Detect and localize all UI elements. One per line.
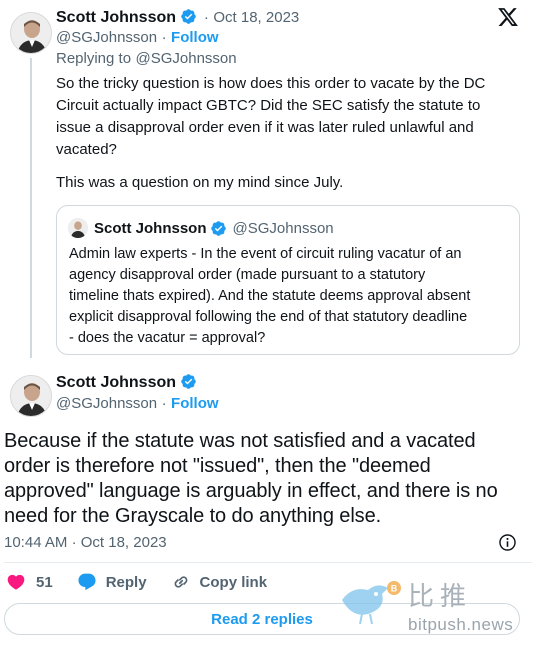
like-count: 51 xyxy=(36,573,53,591)
main-tweet-text-line: need for the Grayscale to do anything el… xyxy=(4,505,382,527)
watermark-chinese: 比推 xyxy=(408,581,473,611)
divider xyxy=(4,562,532,563)
main-tweet-text-line: Because if the statute was not satisfied… xyxy=(4,430,476,452)
quoted-author-name: Scott Johnsson xyxy=(94,219,207,237)
link-icon xyxy=(174,576,187,588)
quoted-avatar xyxy=(68,218,88,238)
main-tweet-text-line: approved" language is arguably in effect… xyxy=(4,480,498,502)
follow-button[interactable]: Follow xyxy=(171,29,219,46)
tweet-text-line: vacated? xyxy=(56,141,117,158)
verified-badge-icon xyxy=(181,9,197,24)
watermark-domain: bitpush.news xyxy=(408,615,514,634)
heart-icon xyxy=(7,574,25,590)
x-logo-icon[interactable] xyxy=(497,6,519,33)
author-name[interactable]: Scott Johnsson xyxy=(56,374,176,391)
avatar[interactable] xyxy=(10,12,52,54)
reply-label: Reply xyxy=(105,573,147,591)
info-icon[interactable] xyxy=(498,533,517,557)
quoted-text-line: - does the vacatur = approval? xyxy=(69,330,266,346)
tweet-text-line: issue a disapproval order even if it was… xyxy=(56,119,474,136)
avatar-photo xyxy=(11,13,51,53)
bird-watermark-icon: B xyxy=(338,578,404,631)
author-handle[interactable]: @SGJohnsson xyxy=(56,395,157,412)
quoted-text-line: Admin law experts - In the event of circ… xyxy=(69,246,462,262)
quoted-handle: @SGJohnsson xyxy=(232,219,334,237)
main-tweet-text: Because if the statute was not satisfied… xyxy=(4,429,534,529)
quoted-tweet[interactable]: Scott Johnsson @SGJohnsson Admin law exp… xyxy=(56,205,520,355)
author-handle[interactable]: @SGJohnsson xyxy=(56,29,157,46)
tweet-separator: · xyxy=(203,9,209,26)
svg-text:B: B xyxy=(391,584,398,594)
avatar-photo xyxy=(11,376,51,416)
handle-separator: · xyxy=(161,395,167,412)
tweet-date[interactable]: Oct 18, 2023 xyxy=(81,534,167,551)
author-name[interactable]: Scott Johnsson xyxy=(56,9,176,26)
time-separator: · xyxy=(71,534,77,551)
replying-to: Replying to @SGJohnsson xyxy=(56,50,237,68)
reply-button[interactable]: Reply xyxy=(77,572,147,592)
like-button[interactable]: 51 xyxy=(6,572,53,592)
avatar[interactable] xyxy=(10,375,52,417)
verified-badge-icon xyxy=(181,374,197,389)
tweet-text-line: Circuit actually impact GBTC? Did the SE… xyxy=(56,97,481,114)
quoted-text-line: agency disapproval order (made pursuant … xyxy=(69,267,426,283)
tweet-text-line-2: This was a question on my mind since Jul… xyxy=(56,174,344,191)
read-replies-label: Read 2 replies xyxy=(211,610,313,628)
quoted-text-line: timeline thats expired). And the statute… xyxy=(69,288,471,304)
tweet-text-line: So the tricky question is how does this … xyxy=(56,75,486,92)
quoted-text: Admin law experts - In the event of circ… xyxy=(69,244,515,349)
replying-handle[interactable]: @SGJohnsson xyxy=(136,50,237,67)
tweet-date[interactable]: Oct 18, 2023 xyxy=(213,9,299,26)
thread-line xyxy=(30,58,32,358)
quoted-text-line: explicit disapproval following the end o… xyxy=(69,309,468,325)
follow-button[interactable]: Follow xyxy=(171,395,219,412)
copy-link-label: Copy link xyxy=(199,573,268,591)
main-tweet-text-line: order is therefore not "issued", then th… xyxy=(4,455,431,477)
reply-bubble-icon xyxy=(78,573,96,591)
handle-separator: · xyxy=(161,29,167,46)
copy-link-button[interactable]: Copy link xyxy=(171,572,268,592)
verified-badge-icon xyxy=(210,220,226,236)
replying-prefix: Replying to xyxy=(56,50,132,67)
tweet-text: So the tricky question is how does this … xyxy=(56,73,526,161)
tweet-time[interactable]: 10:44 AM xyxy=(4,534,67,551)
